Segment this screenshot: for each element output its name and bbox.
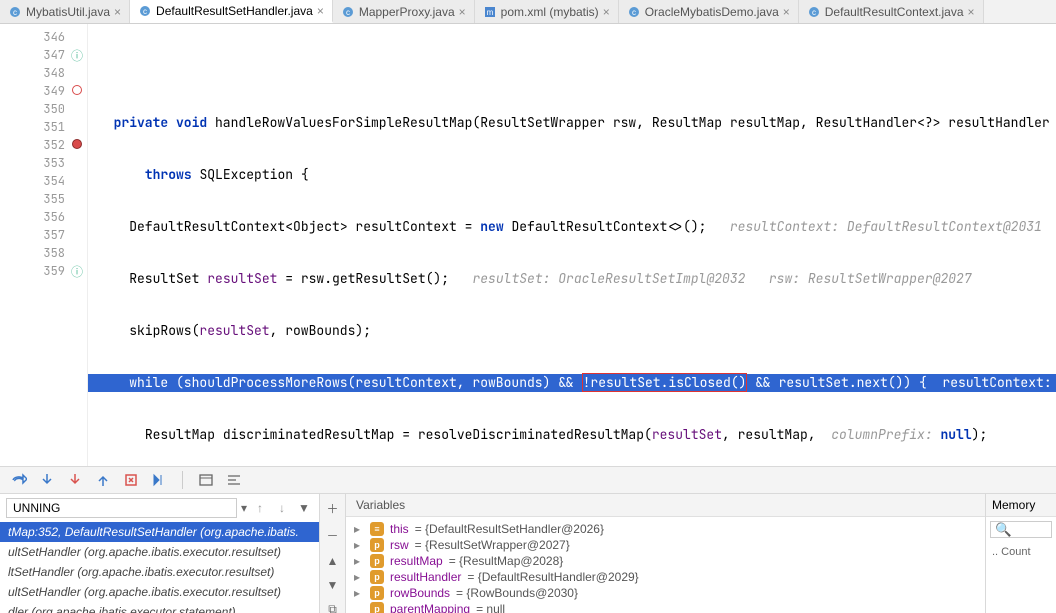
thread-selector[interactable] [6,498,237,518]
close-icon[interactable]: × [783,5,790,19]
variable-row[interactable]: ▸presultMap = {ResultMap@2028} [348,553,983,569]
close-icon[interactable]: × [603,5,610,19]
variables-header: Variables [346,494,985,517]
current-execution-line: while (shouldProcessMoreRows(resultConte… [88,374,1056,392]
param-icon: p [370,538,384,552]
memory-pane: Memory .. Count ses loaded. [986,494,1056,613]
code-editor[interactable]: 346 347ⓘ 348 349 350 351 352 353 354 355… [0,24,1056,466]
close-icon[interactable]: × [114,5,121,19]
variable-row[interactable]: ▸presultHandler = {DefaultResultHandler@… [348,569,983,585]
tab-label: DefaultResultContext.java [825,5,964,19]
variable-row[interactable]: ▸prowBounds = {RowBounds@2030} [348,585,983,601]
svg-text:m: m [486,8,493,17]
variables-tree[interactable]: ▸≡this = {DefaultResultSetHandler@2026} … [346,517,985,613]
tab-defaultresultset[interactable]: c DefaultResultSetHandler.java × [130,0,333,23]
tab-label: MybatisUtil.java [26,5,110,19]
breakpoint-icon[interactable] [72,85,82,95]
variable-row[interactable]: ▸≡this = {DefaultResultSetHandler@2026} [348,521,983,537]
editor-tab-bar: c MybatisUtil.java × c DefaultResultSetH… [0,0,1056,24]
breakpoint-hit-icon[interactable] [72,139,82,149]
stack-frame[interactable]: dler (org.apache.ibatis.executor.stateme… [0,602,319,613]
java-class-icon: c [341,5,355,19]
highlighted-expression: !resultSet.isClosed() [582,373,748,392]
run-to-cursor-button[interactable] [150,471,168,489]
step-out-button[interactable] [94,471,112,489]
tab-label: MapperProxy.java [359,5,455,19]
maven-icon: m [483,5,497,19]
duplicate-button[interactable]: ⧉ [324,602,342,613]
variables-side-toolbar: ＋ － ▲ ▼ ⧉ 👓 [320,494,346,613]
prev-frame-button[interactable]: ↑ [251,499,269,517]
step-into-button[interactable] [38,471,56,489]
svg-text:c: c [13,8,17,17]
param-icon: p [370,554,384,568]
close-icon[interactable]: × [459,5,466,19]
param-icon: p [370,586,384,600]
memory-search-input[interactable] [990,521,1052,538]
svg-text:c: c [812,8,816,17]
svg-text:c: c [143,7,147,16]
down-button[interactable]: ▼ [324,578,342,592]
override-icon[interactable]: ⓘ [71,47,83,64]
gutter[interactable]: 346 347ⓘ 348 349 350 351 352 353 354 355… [0,24,88,466]
param-icon: p [370,570,384,584]
tab-label: pom.xml (mybatis) [501,5,599,19]
stack-frame[interactable]: ultSetHandler (org.apache.ibatis.executo… [0,542,319,562]
java-class-icon: c [627,5,641,19]
step-over-button[interactable] [10,471,28,489]
next-frame-button[interactable]: ↓ [273,499,291,517]
svg-text:c: c [346,8,350,17]
close-icon[interactable]: × [317,4,324,18]
debug-panes: ▾ ↑ ↓ ▼ tMap:352, DefaultResultSetHandle… [0,494,1056,613]
trace-button[interactable] [225,471,243,489]
variable-row[interactable]: ▸prsw = {ResultSetWrapper@2027} [348,537,983,553]
variable-row[interactable]: pparentMapping = null [348,601,983,613]
tab-mapperproxy[interactable]: c MapperProxy.java × [333,0,475,23]
chevron-down-icon[interactable]: ▾ [241,501,247,515]
up-button[interactable]: ▲ [324,554,342,568]
tab-pom[interactable]: m pom.xml (mybatis) × [475,0,619,23]
tab-mybatisutil[interactable]: c MybatisUtil.java × [0,0,130,23]
stack-frame[interactable]: ltSetHandler (org.apache.ibatis.executor… [0,562,319,582]
tab-oracledemo[interactable]: c OracleMybatisDemo.java × [619,0,799,23]
override-icon[interactable]: ⓘ [71,263,83,280]
drop-frame-button[interactable] [122,471,140,489]
stack-frame[interactable]: ultSetHandler (org.apache.ibatis.executo… [0,582,319,602]
new-watch-button[interactable]: ＋ [324,500,342,517]
tab-label: DefaultResultSetHandler.java [156,4,313,18]
tab-label: OracleMybatisDemo.java [645,5,779,19]
evaluate-button[interactable] [197,471,215,489]
filter-frames-button[interactable]: ▼ [295,499,313,517]
svg-text:c: c [632,8,636,17]
memory-header: Memory [986,494,1056,517]
field-icon: ≡ [370,522,384,536]
variables-pane: Variables ▸≡this = {DefaultResultSetHand… [346,494,986,613]
memory-count-hint: .. Count [986,542,1056,562]
code-area[interactable]: private void handleRowValuesForSimpleRes… [88,24,1056,466]
close-icon[interactable]: × [968,5,975,19]
frames-pane: ▾ ↑ ↓ ▼ tMap:352, DefaultResultSetHandle… [0,494,320,613]
remove-watch-button[interactable]: － [324,527,342,544]
debug-toolbar [0,466,1056,494]
force-step-into-button[interactable] [66,471,84,489]
stack-frame[interactable]: tMap:352, DefaultResultSetHandler (org.a… [0,522,319,542]
tab-defaultresultcontext[interactable]: c DefaultResultContext.java × [799,0,984,23]
java-class-icon: c [807,5,821,19]
param-icon: p [370,602,384,613]
frames-list[interactable]: tMap:352, DefaultResultSetHandler (org.a… [0,522,319,613]
java-class-icon: c [138,4,152,18]
java-class-icon: c [8,5,22,19]
